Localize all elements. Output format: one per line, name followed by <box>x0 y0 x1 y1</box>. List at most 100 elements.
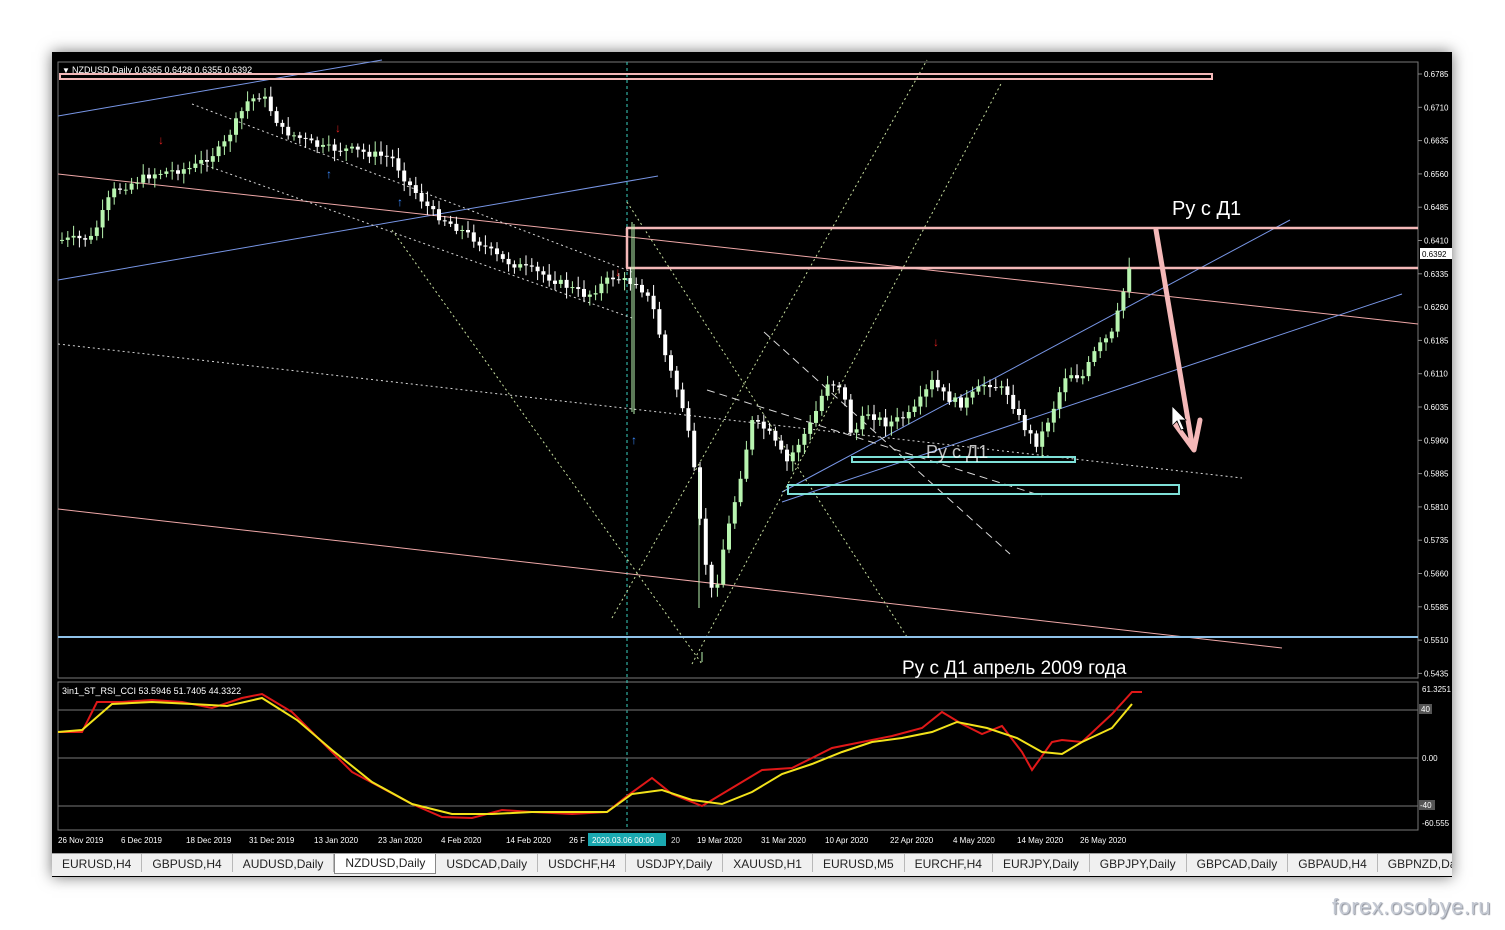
indicator-header: 3in1_ST_RSI_CCI 53.5946 51.7405 44.3322 <box>62 686 241 696</box>
candle-bear <box>176 170 180 174</box>
candle-bear <box>332 144 337 151</box>
candle-bear <box>379 151 383 156</box>
candle-bear <box>413 185 418 193</box>
price-axis-label: 0.6110 <box>1424 370 1448 379</box>
candle-bull <box>129 183 134 190</box>
candle-bull <box>234 118 238 135</box>
candle-bull <box>715 584 720 588</box>
tab-eurusd-h4[interactable]: EURUSD,H4 <box>52 854 143 872</box>
candle-bear <box>437 209 441 221</box>
candle-bull <box>593 293 598 295</box>
candle-bull <box>605 277 610 284</box>
candle-bear <box>419 192 424 202</box>
candle-bear <box>274 111 279 123</box>
candle-bear <box>959 397 963 408</box>
candle-bull <box>60 239 64 241</box>
candle-bull <box>251 98 256 102</box>
tab-audusd-daily[interactable]: AUDUSD,Daily <box>233 854 335 872</box>
candle-bear <box>1022 415 1027 431</box>
candle-bull <box>738 478 743 503</box>
candle-bear <box>338 150 343 152</box>
price-axis-label: 0.5585 <box>1424 603 1449 612</box>
candle-bull <box>1127 268 1132 292</box>
tab-usdjpy-daily[interactable]: USDJPY,Daily <box>626 854 724 872</box>
price-axis-label: 0.5735 <box>1424 536 1449 545</box>
candle-bull <box>89 235 93 240</box>
candle-bull <box>344 148 349 151</box>
candle-bear <box>640 284 644 293</box>
time-axis-label: 19 Mar 2020 <box>697 836 742 845</box>
candle-bull <box>222 141 227 147</box>
candle-bull <box>123 189 128 191</box>
time-axis-label: 4 May 2020 <box>953 836 995 845</box>
candle-bear <box>692 430 697 468</box>
candle-bull <box>1115 310 1120 332</box>
candle-bear <box>500 254 505 259</box>
candle-bear <box>396 158 401 171</box>
candle-bull <box>558 279 563 284</box>
fractal-up-icon: ↑ <box>631 433 637 447</box>
price-axis-label: 0.6485 <box>1424 203 1449 212</box>
candle-bear <box>390 156 395 159</box>
tab-eurchf-h4[interactable]: EURCHF,H4 <box>905 854 993 872</box>
watermark: forex.osobye.ru <box>1331 894 1491 919</box>
candle-bear <box>495 248 499 255</box>
candle-bear <box>506 258 511 265</box>
tab-usdcad-daily[interactable]: USDCAD,Daily <box>436 854 539 872</box>
candle-bull <box>1046 422 1050 432</box>
candle-bull <box>1040 431 1045 447</box>
annotation-bottom: Ру с Д1 апрель 2009 года <box>902 658 1127 679</box>
candle-bear <box>547 274 552 281</box>
candle-bear <box>466 229 470 233</box>
candle-bull <box>181 169 186 174</box>
candle-bear <box>634 284 639 286</box>
candle-bear <box>257 98 262 100</box>
candle-bull <box>228 134 233 142</box>
candle-bear <box>309 138 314 141</box>
candle-bear <box>535 266 540 272</box>
candle-bull <box>71 235 76 238</box>
price-axis-label: 0.5885 <box>1424 470 1449 479</box>
candle-bull <box>906 412 911 419</box>
tab-gbpaud-h4[interactable]: GBPAUD,H4 <box>1288 854 1378 872</box>
candle-bear <box>872 414 876 420</box>
tab-gbpjpy-daily[interactable]: GBPJPY,Daily <box>1090 854 1187 872</box>
candle-bear <box>767 428 772 431</box>
signal-line <box>57 696 1133 815</box>
time-axis-label: 10 Apr 2020 <box>825 836 869 845</box>
candle-bear <box>947 391 952 402</box>
candle-bear <box>118 188 122 190</box>
candle-bear <box>663 334 668 356</box>
price-axis-label: 0.6710 <box>1424 103 1449 112</box>
trend-lines <box>57 59 1419 665</box>
price-axis-label: 0.6185 <box>1424 336 1449 345</box>
trendline-pink-lower <box>57 508 1283 649</box>
candle-bull <box>193 163 198 168</box>
candle-bull <box>1104 338 1108 343</box>
candle-bull <box>1092 351 1097 362</box>
candle-bull <box>970 391 975 398</box>
candle-bull <box>170 170 175 172</box>
candle-bear <box>657 309 662 335</box>
tab-usdchf-h4[interactable]: USDCHF,H4 <box>538 854 627 872</box>
tab-eurjpy-daily[interactable]: EURJPY,Daily <box>993 854 1090 872</box>
candle-bull <box>982 384 987 387</box>
price-axis-label: 0.6635 <box>1424 137 1449 146</box>
tab-eurusd-m5[interactable]: EURUSD,M5 <box>813 854 905 872</box>
tab-xauusd-h1[interactable]: XAUUSD,H1 <box>723 854 813 872</box>
candle-bear <box>651 295 656 310</box>
tab-nzdusd-daily[interactable]: NZDUSD,Daily <box>334 854 437 874</box>
indicator-scale-bottom: -60.555 <box>1422 819 1450 828</box>
price-axis-label: 0.5510 <box>1424 636 1449 645</box>
candle-bear <box>205 160 209 162</box>
fractal-up-icon: ↑ <box>326 167 332 181</box>
price-axis-label: 0.6335 <box>1424 270 1449 279</box>
rsi-line <box>58 691 1142 820</box>
tab-gbpusd-h4[interactable]: GBPUSD,H4 <box>142 854 233 872</box>
tab-gbpnzd-daily[interactable]: GBPNZD,Daily <box>1378 854 1452 872</box>
candle-bear <box>489 246 494 249</box>
tab-gbpcad-daily[interactable]: GBPCAD,Daily <box>1187 854 1289 872</box>
candle-bull <box>518 264 523 268</box>
candle-bear <box>425 201 430 207</box>
chart-canvas[interactable]: ▼ NZDUSD,Daily 0.6365 0.6428 0.6355 0.63… <box>52 52 1452 852</box>
